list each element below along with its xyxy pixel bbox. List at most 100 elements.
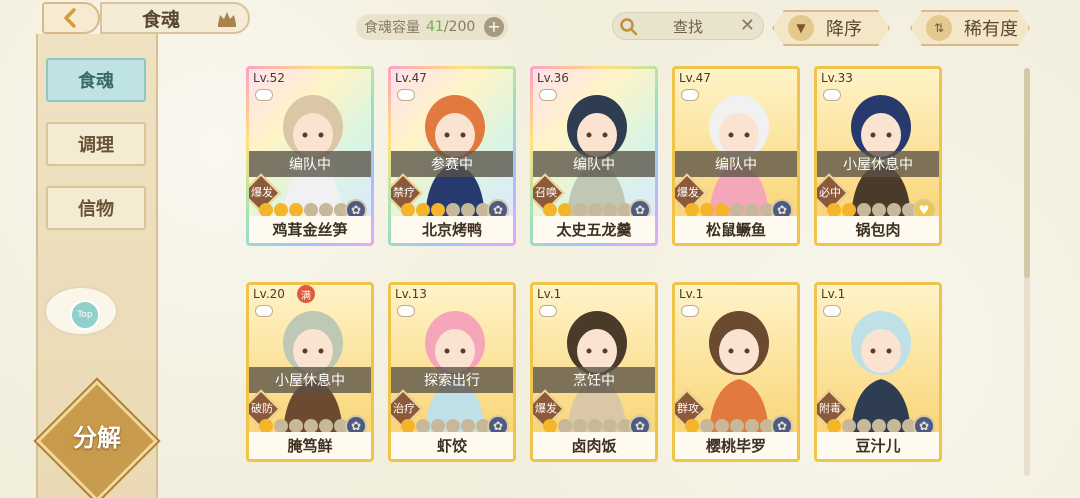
- card-name: 太史五龙羹: [533, 216, 655, 243]
- level-label: Lv.36: [537, 71, 569, 85]
- level-label: Lv.13: [395, 287, 427, 301]
- page-title: 食魂: [142, 8, 181, 31]
- sidebar-item-label: 食魂: [78, 71, 114, 92]
- status-banner: 探索出行: [391, 367, 513, 393]
- chat-bubble-icon: [681, 89, 699, 101]
- scrollbar-thumb[interactable]: [1024, 68, 1030, 278]
- star-rating: [824, 416, 919, 436]
- status-banner: 编队中: [533, 151, 655, 177]
- status-banner: 参赛中: [391, 151, 513, 177]
- capacity-current: 41: [426, 19, 444, 35]
- sort-field-button[interactable]: ⇅ 稀有度: [910, 10, 1030, 46]
- add-capacity-button[interactable]: +: [484, 17, 504, 37]
- role-label: 群攻: [677, 402, 699, 415]
- character-portrait: [851, 311, 911, 435]
- search-placeholder: 查找: [672, 17, 703, 36]
- max-level-badge: 满: [297, 285, 315, 303]
- star-rating: [256, 200, 351, 220]
- sort-order-label: 降序: [826, 19, 862, 40]
- chat-bubble-icon: [539, 89, 557, 101]
- star-rating: [256, 416, 351, 436]
- sort-order-button[interactable]: ▼ 降序: [772, 10, 890, 46]
- level-label: Lv.47: [679, 71, 711, 85]
- card-name: 虾饺: [391, 432, 513, 459]
- character-portrait: [709, 95, 769, 219]
- food-soul-card[interactable]: Lv.1 烹饪中 爆发 ✿ 卤肉饭: [530, 282, 658, 462]
- chat-bubble-icon: [823, 89, 841, 101]
- status-banner: 编队中: [675, 151, 797, 177]
- food-soul-card[interactable]: Lv.20 满 小屋休息中 破防 ✿ 腌笃鲜: [246, 282, 374, 462]
- capacity-max: /200: [443, 19, 476, 35]
- level-label: Lv.33: [821, 71, 853, 85]
- chat-bubble-icon: [397, 305, 415, 317]
- food-soul-card[interactable]: Lv.47 编队中 爆发 ✿ 松鼠鳜鱼: [672, 66, 800, 246]
- back-arrow-icon: [64, 8, 76, 28]
- star-rating: [398, 416, 493, 436]
- search-input[interactable]: 查找 ✕: [612, 12, 764, 40]
- character-portrait: [851, 95, 911, 219]
- character-portrait: [567, 95, 627, 219]
- sidebar-item-tokens[interactable]: 信物: [46, 186, 146, 230]
- back-button[interactable]: [42, 2, 100, 34]
- scroll-top-label: Top: [77, 310, 93, 320]
- role-label: 爆发: [677, 186, 699, 199]
- food-soul-card[interactable]: Lv.52 编队中 爆发 ✿ 鸡茸金丝笋: [246, 66, 374, 246]
- food-soul-card[interactable]: Lv.36 编队中 召唤 ✿ 太史五龙羹: [530, 66, 658, 246]
- character-portrait: [709, 311, 769, 435]
- star-rating: [398, 200, 493, 220]
- role-label: 破防: [251, 402, 273, 415]
- search-icon: [620, 18, 638, 36]
- character-portrait: [567, 311, 627, 435]
- clear-search-icon[interactable]: ✕: [740, 15, 755, 36]
- role-label: 治疗: [393, 402, 415, 415]
- level-label: Lv.1: [679, 287, 704, 301]
- role-label: 禁疗: [393, 186, 415, 199]
- card-name: 松鼠鳜鱼: [675, 216, 797, 243]
- status-banner: 编队中: [249, 151, 371, 177]
- status-banner: 小屋休息中: [249, 367, 371, 393]
- level-label: Lv.47: [395, 71, 427, 85]
- level-label: Lv.52: [253, 71, 285, 85]
- food-soul-card[interactable]: Lv.33 小屋休息中 必中 ♥ 锅包肉: [814, 66, 942, 246]
- chat-bubble-icon: [397, 89, 415, 101]
- chat-bubble-icon: [681, 305, 699, 317]
- card-name: 鸡茸金丝笋: [249, 216, 371, 243]
- decompose-label: 分解: [73, 424, 121, 452]
- scrollbar[interactable]: [1024, 68, 1030, 476]
- status-banner: 小屋休息中: [817, 151, 939, 177]
- chat-bubble-icon: [539, 305, 557, 317]
- character-portrait: [425, 95, 485, 219]
- role-label: 爆发: [251, 186, 273, 199]
- scroll-top-button[interactable]: Top: [70, 300, 100, 330]
- food-soul-card[interactable]: Lv.13 探索出行 治疗 ✿ 虾饺: [388, 282, 516, 462]
- role-label: 爆发: [535, 402, 557, 415]
- star-rating: [824, 200, 919, 220]
- card-name: 北京烤鸭: [391, 216, 513, 243]
- character-portrait: [283, 311, 343, 435]
- role-label: 附毒: [819, 402, 841, 415]
- card-name: 豆汁儿: [817, 432, 939, 459]
- level-label: Lv.20: [253, 287, 285, 301]
- food-soul-card[interactable]: Lv.1 群攻 ✿ 樱桃毕罗: [672, 282, 800, 462]
- level-label: Lv.1: [537, 287, 562, 301]
- chat-bubble-icon: [255, 305, 273, 317]
- character-portrait: [283, 95, 343, 219]
- card-name: 腌笃鲜: [249, 432, 371, 459]
- card-name: 卤肉饭: [533, 432, 655, 459]
- role-label: 召唤: [535, 186, 557, 199]
- food-soul-card[interactable]: Lv.1 附毒 ✿ 豆汁儿: [814, 282, 942, 462]
- chat-bubble-icon: [255, 89, 273, 101]
- page-title-tab: 食魂: [100, 2, 250, 34]
- sort-field-label: 稀有度: [964, 19, 1018, 40]
- role-label: 必中: [819, 186, 841, 199]
- character-portrait: [425, 311, 485, 435]
- level-label: Lv.1: [821, 287, 846, 301]
- crown-icon[interactable]: [216, 10, 238, 28]
- sidebar-item-food-souls[interactable]: 食魂: [46, 58, 146, 102]
- sidebar-item-cooking[interactable]: 调理: [46, 122, 146, 166]
- sort-down-icon: ▼: [788, 15, 814, 41]
- chat-bubble-icon: [823, 305, 841, 317]
- star-rating: [682, 200, 777, 220]
- sidebar-item-label: 信物: [78, 199, 114, 220]
- food-soul-card[interactable]: Lv.47 参赛中 禁疗 ✿ 北京烤鸭: [388, 66, 516, 246]
